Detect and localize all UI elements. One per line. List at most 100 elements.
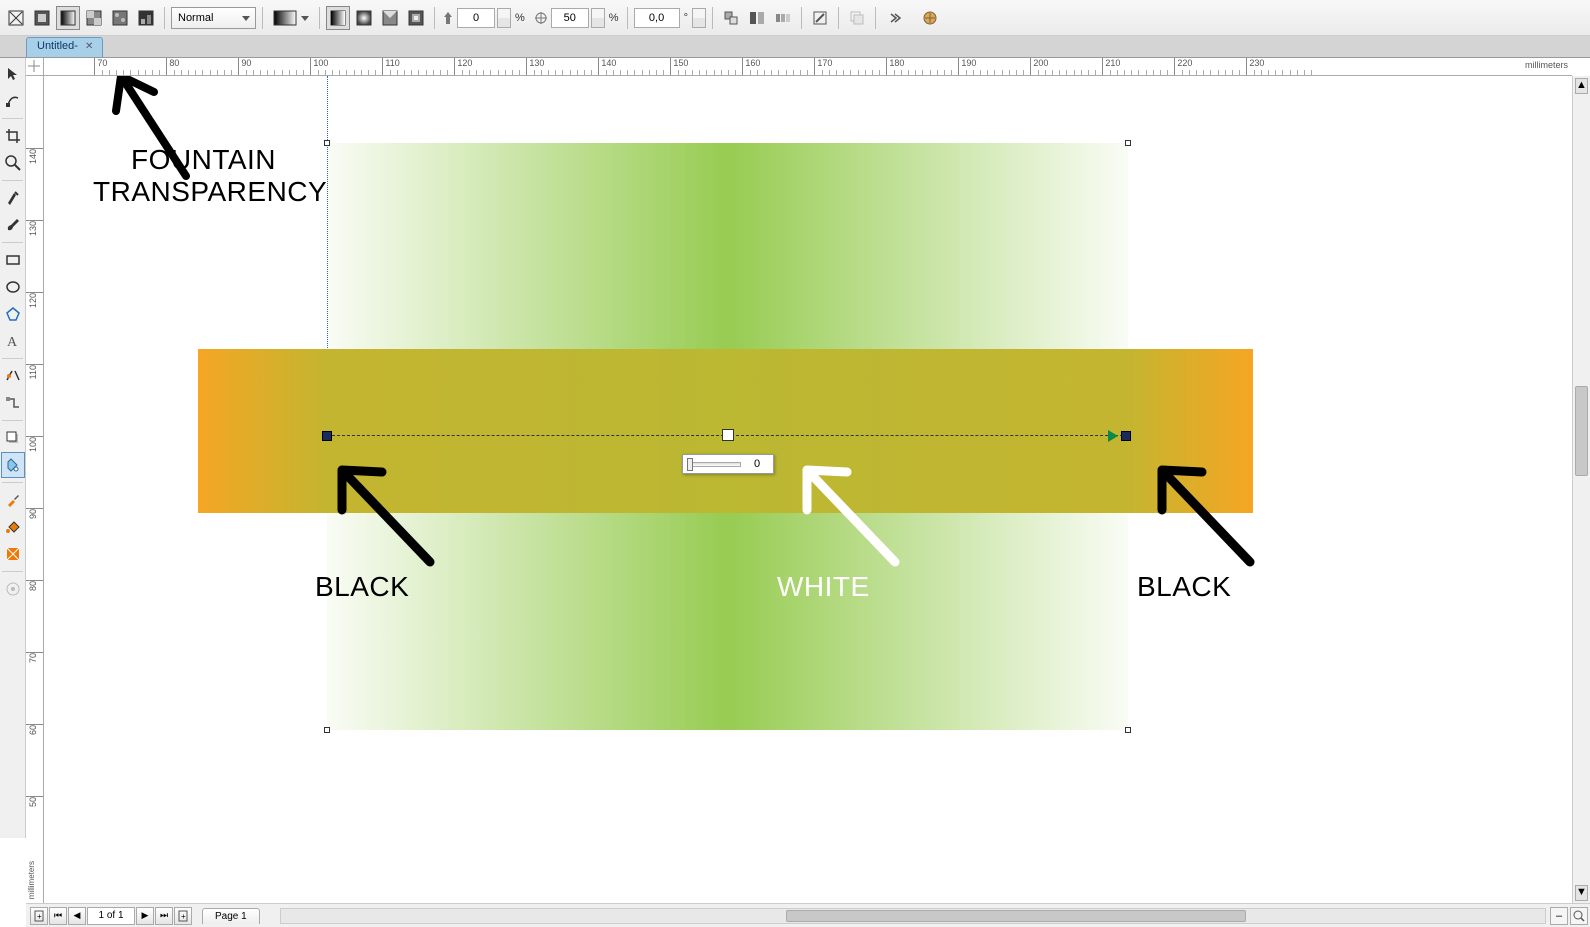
fountain-transparency-button[interactable] [56,6,80,30]
bitmap-transparency-button[interactable] [134,6,158,30]
last-page-button[interactable]: ⏭ [155,907,173,925]
overflow-button[interactable] [882,6,906,30]
picker-icon [273,10,309,26]
radial-type-button[interactable] [352,6,376,30]
toolbar-separator [627,7,628,29]
transparency-end-node[interactable] [1121,431,1131,441]
texture-transparency-button[interactable] [108,6,132,30]
node-opacity-icon [441,10,455,26]
repeat-button[interactable] [771,6,795,30]
options-tool[interactable] [1,576,25,602]
polygon-icon [5,306,21,322]
drop-shadow-tool[interactable] [1,425,25,451]
free-scale-button[interactable] [719,6,743,30]
horizontal-ruler[interactable]: millimeters 7080901001101201301401501601… [26,58,1572,76]
ruler-units-label: millimeters [27,861,36,899]
toolbar-separator [801,7,802,29]
blend-mode-select[interactable]: Normal [171,7,256,29]
node-transparency-slider[interactable]: 0 [682,454,774,474]
conical-type-button[interactable] [378,6,402,30]
polygon-tool[interactable] [1,301,25,327]
ellipse-tool[interactable] [1,274,25,300]
horizontal-scrollbar[interactable] [280,908,1546,924]
tool-separator [2,118,23,119]
canvas[interactable]: 0 FOUNTAIN TRANSPARENCY BLACK WHITE BLAC… [44,76,1572,903]
fountain-icon [60,10,76,26]
scroll-down-button[interactable]: ▼ [1575,885,1588,901]
node-opacity-input[interactable] [457,8,495,28]
selection-handle-tr[interactable] [1125,140,1131,146]
fill-icon [5,519,21,535]
brush-icon [5,217,21,233]
scroll-thumb-v[interactable] [1575,386,1588,476]
slider-value: 0 [745,458,769,470]
crop-tool[interactable] [1,123,25,149]
transparency-start-node[interactable] [322,431,332,441]
toolbox-sidebar: A [0,58,26,838]
zoom-out-button[interactable]: – [1550,907,1568,925]
uniform-icon [34,10,50,26]
scroll-up-button[interactable]: ▲ [1575,78,1588,94]
ruler-tick: 80 [26,580,44,591]
smart-fill-tool[interactable] [1,541,25,567]
selection-handle-bl[interactable] [324,727,330,733]
zoom-tool[interactable] [1,150,25,176]
transparency-mid-node[interactable] [722,429,734,441]
dimension-tool[interactable] [1,363,25,389]
midpoint-spinner[interactable] [591,8,605,28]
freeze-button[interactable] [918,6,942,30]
rectangle-tool[interactable] [1,247,25,273]
crop-icon [5,128,21,144]
page-counter[interactable]: 1 of 1 [87,907,135,925]
toolbar-separator [838,7,839,29]
angle-spinner[interactable] [692,8,706,28]
freehand-tool[interactable] [1,185,25,211]
opacity-spinner[interactable] [497,8,511,28]
shape-tool[interactable] [1,88,25,114]
fill-tool[interactable] [1,514,25,540]
chevron-right-icon [886,10,902,26]
percent-label: % [609,12,619,24]
zoom-in-button[interactable] [1570,907,1588,925]
scroll-thumb-h[interactable] [786,910,1246,922]
pattern-transparency-button[interactable] [82,6,106,30]
artistic-media-tool[interactable] [1,212,25,238]
vertical-scrollbar[interactable]: ▲ ▼ [1572,76,1590,903]
annotation-arrow-white [789,456,909,576]
slider-track[interactable] [687,462,741,467]
vertical-ruler[interactable]: millimeters 1401301201101009080706050 [26,76,44,903]
text-tool[interactable]: A [1,328,25,354]
copy-transparency-button[interactable] [845,6,869,30]
freeze-icon [922,10,938,26]
add-page-after-button[interactable]: + [174,907,192,925]
slider-thumb[interactable] [687,458,693,471]
transparency-picker-button[interactable] [269,6,313,30]
tool-separator [2,180,23,181]
prev-page-button[interactable]: ◀ [68,907,86,925]
selection-handle-br[interactable] [1125,727,1131,733]
transparency-tool[interactable] [1,452,25,478]
linear-type-button[interactable] [326,6,350,30]
document-tab[interactable]: Untitled- ✕ [26,37,103,57]
transparency-end-arrow[interactable] [1108,430,1118,442]
pick-tool[interactable] [1,61,25,87]
uniform-transparency-button[interactable] [30,6,54,30]
angle-input[interactable] [634,8,680,28]
square-type-button[interactable] [404,6,428,30]
first-page-button[interactable]: ⏮ [49,907,67,925]
eyedropper-tool[interactable] [1,487,25,513]
no-transparency-button[interactable] [4,6,28,30]
page-tab[interactable]: Page 1 [202,908,260,924]
add-page-before-button[interactable]: + [30,907,48,925]
close-tab-icon[interactable]: ✕ [85,41,97,53]
mirror-icon [749,10,765,26]
selection-handle-tl[interactable] [324,140,330,146]
next-page-button[interactable]: ▶ [136,907,154,925]
annotation-label-transparency: TRANSPARENCY [93,176,327,208]
edit-transparency-button[interactable] [808,6,832,30]
midpoint-input[interactable] [551,8,589,28]
connector-tool[interactable] [1,390,25,416]
mirror-button[interactable] [745,6,769,30]
ruler-origin-corner[interactable] [26,58,44,76]
freehand-icon [5,190,21,206]
